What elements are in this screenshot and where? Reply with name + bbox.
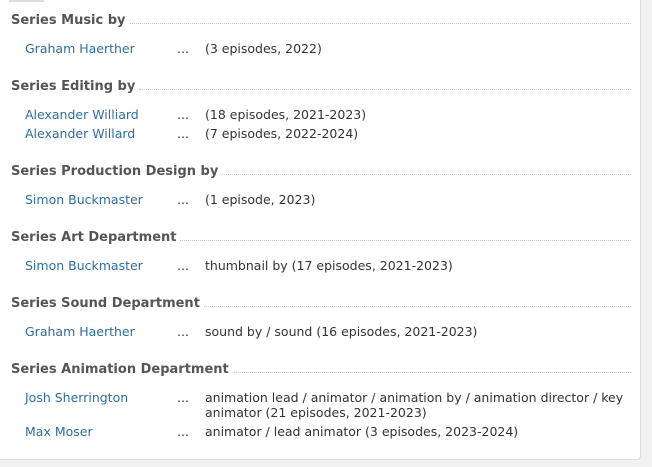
person-link[interactable]: Alexander Williard <box>25 107 139 122</box>
section-title: Series Production Design by <box>11 164 219 179</box>
person-link[interactable]: Graham Haerther <box>25 41 135 56</box>
crew-credits-panel: Series Music by Graham Haerther ... (3 e… <box>0 0 641 460</box>
section-divider <box>203 306 631 307</box>
person-link[interactable]: Josh Sherrington <box>25 390 128 405</box>
credit-role: thumbnail by (17 episodes, 2021-2023) <box>205 258 453 273</box>
person-link[interactable]: Simon Buckmaster <box>25 258 143 273</box>
credit-role: animator / lead animator (3 episodes, 20… <box>205 424 519 439</box>
section-divider <box>139 89 631 90</box>
section-header: Series Production Design by <box>11 163 631 181</box>
credit-separator: ... <box>177 107 189 122</box>
section-title: Series Music by <box>11 13 126 28</box>
section-title: Series Editing by <box>11 79 136 94</box>
credit-role: sound by / sound (16 episodes, 2021-2023… <box>205 324 478 339</box>
section-divider <box>232 372 631 373</box>
section-header: Series Animation Department <box>11 361 631 379</box>
credit-separator: ... <box>177 126 189 141</box>
section-header: Series Sound Department <box>11 295 631 313</box>
person-link[interactable]: Simon Buckmaster <box>25 192 143 207</box>
credit-separator: ... <box>177 41 189 56</box>
section-divider <box>129 23 631 24</box>
section-header: Series Art Department <box>11 229 631 247</box>
credit-role: (3 episodes, 2022) <box>205 41 322 56</box>
credit-separator: ... <box>177 258 189 273</box>
section-title: Series Animation Department <box>11 362 229 377</box>
credit-separator: ... <box>177 324 189 339</box>
person-link[interactable]: Alexander Willard <box>25 126 135 141</box>
credit-separator: ... <box>177 192 189 207</box>
credit-role: (1 episode, 2023) <box>205 192 316 207</box>
credit-role: animation lead / animator / animation by… <box>205 390 624 420</box>
credit-role: (7 episodes, 2022-2024) <box>205 126 359 141</box>
person-link[interactable]: Max Moser <box>25 424 93 439</box>
section-header: Series Editing by <box>11 78 631 96</box>
top-divider <box>9 0 44 2</box>
person-link[interactable]: Graham Haerther <box>25 324 135 339</box>
credit-separator: ... <box>177 424 189 439</box>
section-title: Series Sound Department <box>11 296 200 311</box>
section-divider <box>222 174 631 175</box>
credit-role: (18 episodes, 2021-2023) <box>205 107 367 122</box>
section-divider <box>180 240 631 241</box>
section-title: Series Art Department <box>11 230 177 245</box>
credit-separator: ... <box>177 390 189 405</box>
section-header: Series Music by <box>11 12 631 30</box>
